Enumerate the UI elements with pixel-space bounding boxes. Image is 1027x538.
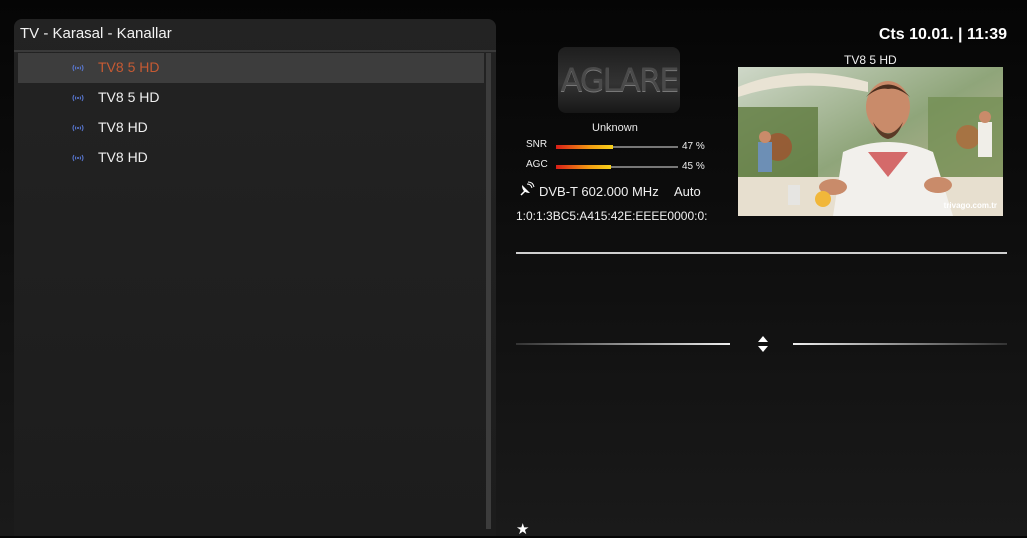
title-divider xyxy=(14,50,496,52)
antenna-icon xyxy=(72,124,84,132)
logo-text: AGLARE xyxy=(560,61,679,99)
channel-item[interactable]: TV8 5 HD xyxy=(18,83,484,113)
preview-watermark: trivago.com.tr xyxy=(943,201,997,210)
channel-list-scrollbar[interactable] xyxy=(486,53,491,529)
channel-name: TV8 HD xyxy=(98,149,148,165)
tuner-info: DVB-T 602.000 MHz xyxy=(539,184,659,199)
antenna-icon xyxy=(72,94,84,102)
video-preview: trivago.com.tr xyxy=(738,67,1003,216)
star-icon: ★ xyxy=(516,521,530,538)
channel-item[interactable]: TV8 HD xyxy=(18,143,484,173)
agc-meter xyxy=(556,165,678,169)
service-reference: 1:0:1:3BC5:A415:42E:EEEE0000:0: xyxy=(516,209,708,223)
snr-value: 47 % xyxy=(682,141,705,152)
snr-meter xyxy=(556,145,678,149)
clock: Cts 10.01. | 11:39 xyxy=(878,26,1007,43)
divider-line-left xyxy=(516,343,730,345)
satellite-dish-icon xyxy=(520,181,535,196)
antenna-icon xyxy=(72,154,84,162)
channel-list-panel: TV - Karasal - Kanallar TV8 5 HD TV8 5 H… xyxy=(14,19,496,536)
channel-item[interactable]: TV8 5 HD xyxy=(18,53,484,83)
antenna-icon xyxy=(72,64,84,72)
divider-line xyxy=(516,252,1007,254)
snr-label: SNR xyxy=(526,139,548,150)
snr-meter-fill xyxy=(556,145,614,149)
divider-line-right xyxy=(793,343,1007,345)
tuner-mode: Auto xyxy=(674,184,701,199)
agc-meter-fill xyxy=(556,165,611,169)
channel-name: TV8 5 HD xyxy=(98,59,160,75)
provider-name: Unknown xyxy=(592,122,638,134)
channel-name: TV8 HD xyxy=(98,119,148,135)
channel-list: TV8 5 HD TV8 5 HD TV8 HD TV8 HD xyxy=(18,53,484,173)
provider-logo: AGLARE xyxy=(558,47,680,113)
preview-frame xyxy=(738,67,1003,216)
agc-value: 45 % xyxy=(682,161,705,172)
channel-item[interactable]: TV8 HD xyxy=(18,113,484,143)
agc-label: AGC xyxy=(526,159,548,170)
preview-title: TV8 5 HD xyxy=(844,53,897,67)
panel-title: TV - Karasal - Kanallar xyxy=(20,25,172,42)
channel-name: TV8 5 HD xyxy=(98,89,160,105)
up-down-arrow-icon xyxy=(758,336,768,352)
